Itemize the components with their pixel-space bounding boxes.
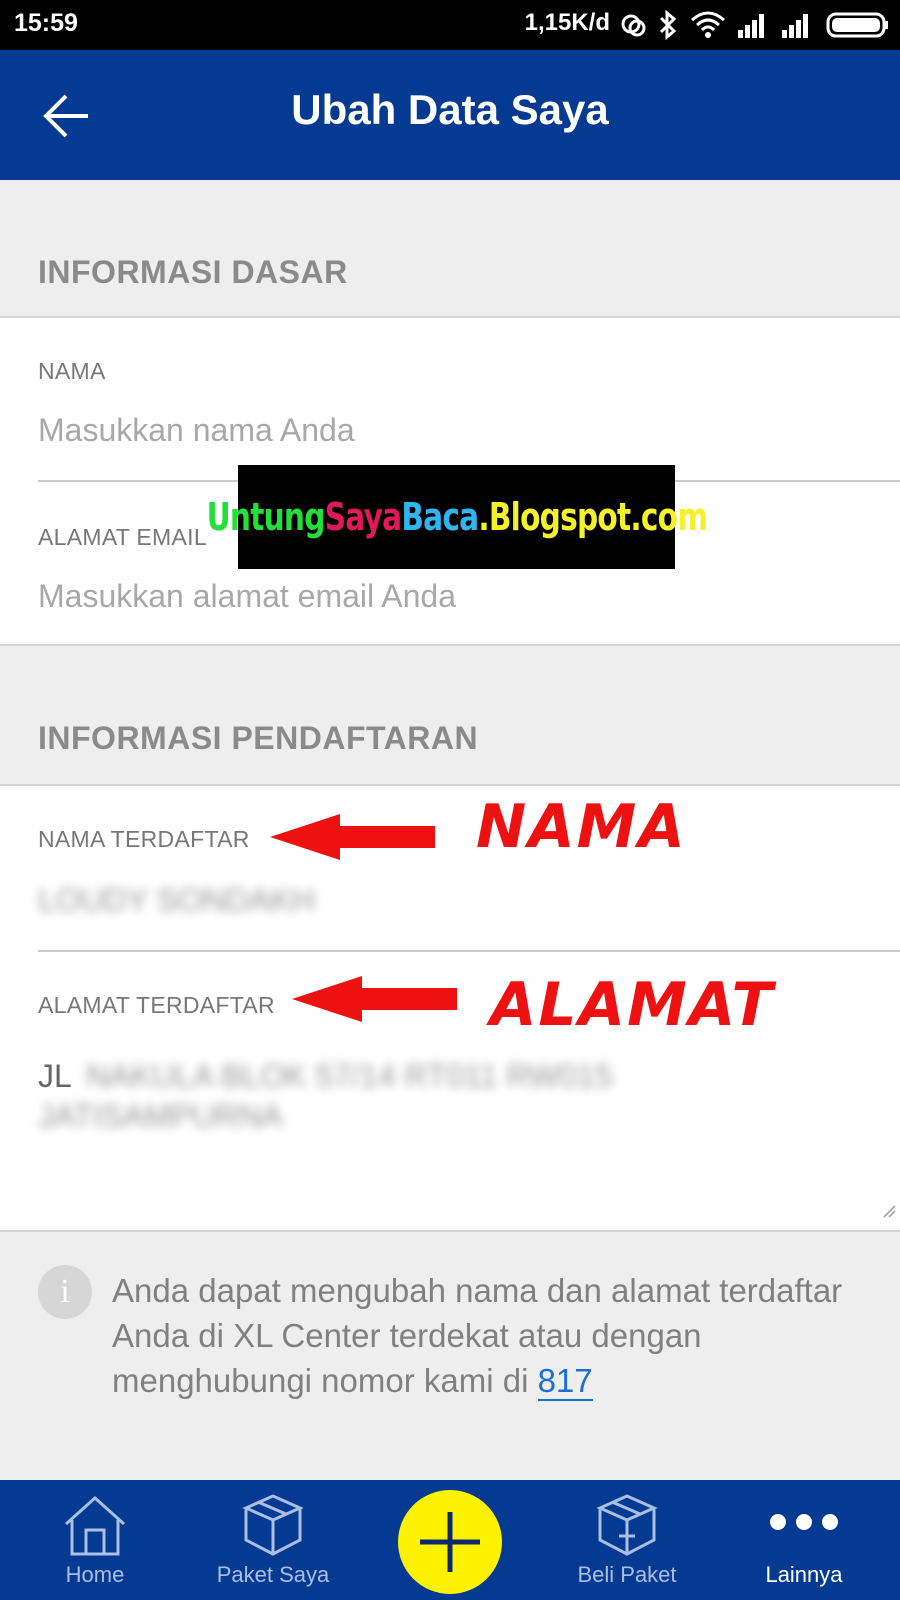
info-text-block: Anda dapat mengubah nama dan alamat terd… [112,1268,872,1403]
registered-name-value: LOUDY SONDAKH [38,882,315,918]
bluetooth-icon [659,10,677,40]
email-input[interactable] [38,574,900,618]
page-title: Ubah Data Saya [291,86,609,133]
registered-name-underline [38,950,900,952]
nav-label-beli-paket: Beli Paket [577,1562,677,1587]
nav-item-beli-paket[interactable]: Beli Paket [562,1480,692,1600]
nav-item-paket-saya[interactable]: Paket Saya [208,1480,338,1600]
section-title-registration: INFORMASI PENDAFTARAN [38,720,479,756]
section-header-registration: INFORMASI PENDAFTARAN [0,646,900,784]
sync-icon [621,14,646,37]
info-icon: i [38,1265,92,1319]
battery-icon [826,12,888,38]
info-text: Anda dapat mengubah nama dan alamat terd… [112,1272,843,1399]
nav-item-home[interactable]: Home [40,1480,150,1600]
annotation-name-text: NAMA [476,792,687,862]
annotation-arrow-name [270,814,435,860]
registered-address-prefix: JL [38,1058,72,1094]
home-icon [64,1495,126,1556]
section-header-basic: INFORMASI DASAR [0,180,900,316]
app-bar: Ubah Data Saya [0,50,900,180]
package-icon [242,1494,304,1556]
section-title-basic: INFORMASI DASAR [38,254,348,290]
annotation-address-text: ALAMAT [490,970,775,1040]
registered-address-line-2: JATISAMPURNA [38,1098,283,1134]
nav-label-home: Home [65,1562,125,1587]
name-input[interactable] [38,408,900,452]
watermark-part-4: .Blogspot.com [477,495,708,539]
network-speed: 1,15K/d [524,9,610,36]
nav-item-lainnya[interactable]: Lainnya [748,1480,860,1600]
signal-icon-2 [782,14,808,38]
buy-package-icon [596,1494,658,1556]
watermark-part-3: Baca [400,495,479,539]
registered-address-label: ALAMAT TERDAFTAR [38,992,275,1018]
nav-label-paket-saya: Paket Saya [216,1562,330,1587]
nav-label-lainnya: Lainnya [765,1562,843,1587]
watermark-part-2: Saya [324,495,401,539]
registered-name-label: NAMA TERDAFTAR [38,826,250,852]
email-label: ALAMAT EMAIL [38,524,207,550]
status-time: 15:59 [14,9,78,37]
watermark-part-1: Untung [206,495,325,539]
signal-icon [738,14,764,38]
name-label: NAMA [38,358,106,384]
more-icon [770,1514,838,1530]
registered-address-line-1: NAKULA BLOK 57/14 RT011 RW015 [86,1058,613,1094]
resize-handle-icon[interactable] [882,1204,896,1218]
status-bar: 15:59 1,15K/d [0,0,900,50]
watermark-text: UntungSayaBaca.Blogspot.com [206,495,707,539]
fab-add-button[interactable] [398,1490,502,1594]
annotation-arrow-address [292,976,457,1022]
wifi-icon [691,11,725,38]
phone-link[interactable]: 817 [537,1362,593,1401]
plus-icon [420,1512,480,1572]
watermark-banner: UntungSayaBaca.Blogspot.com [206,465,708,569]
